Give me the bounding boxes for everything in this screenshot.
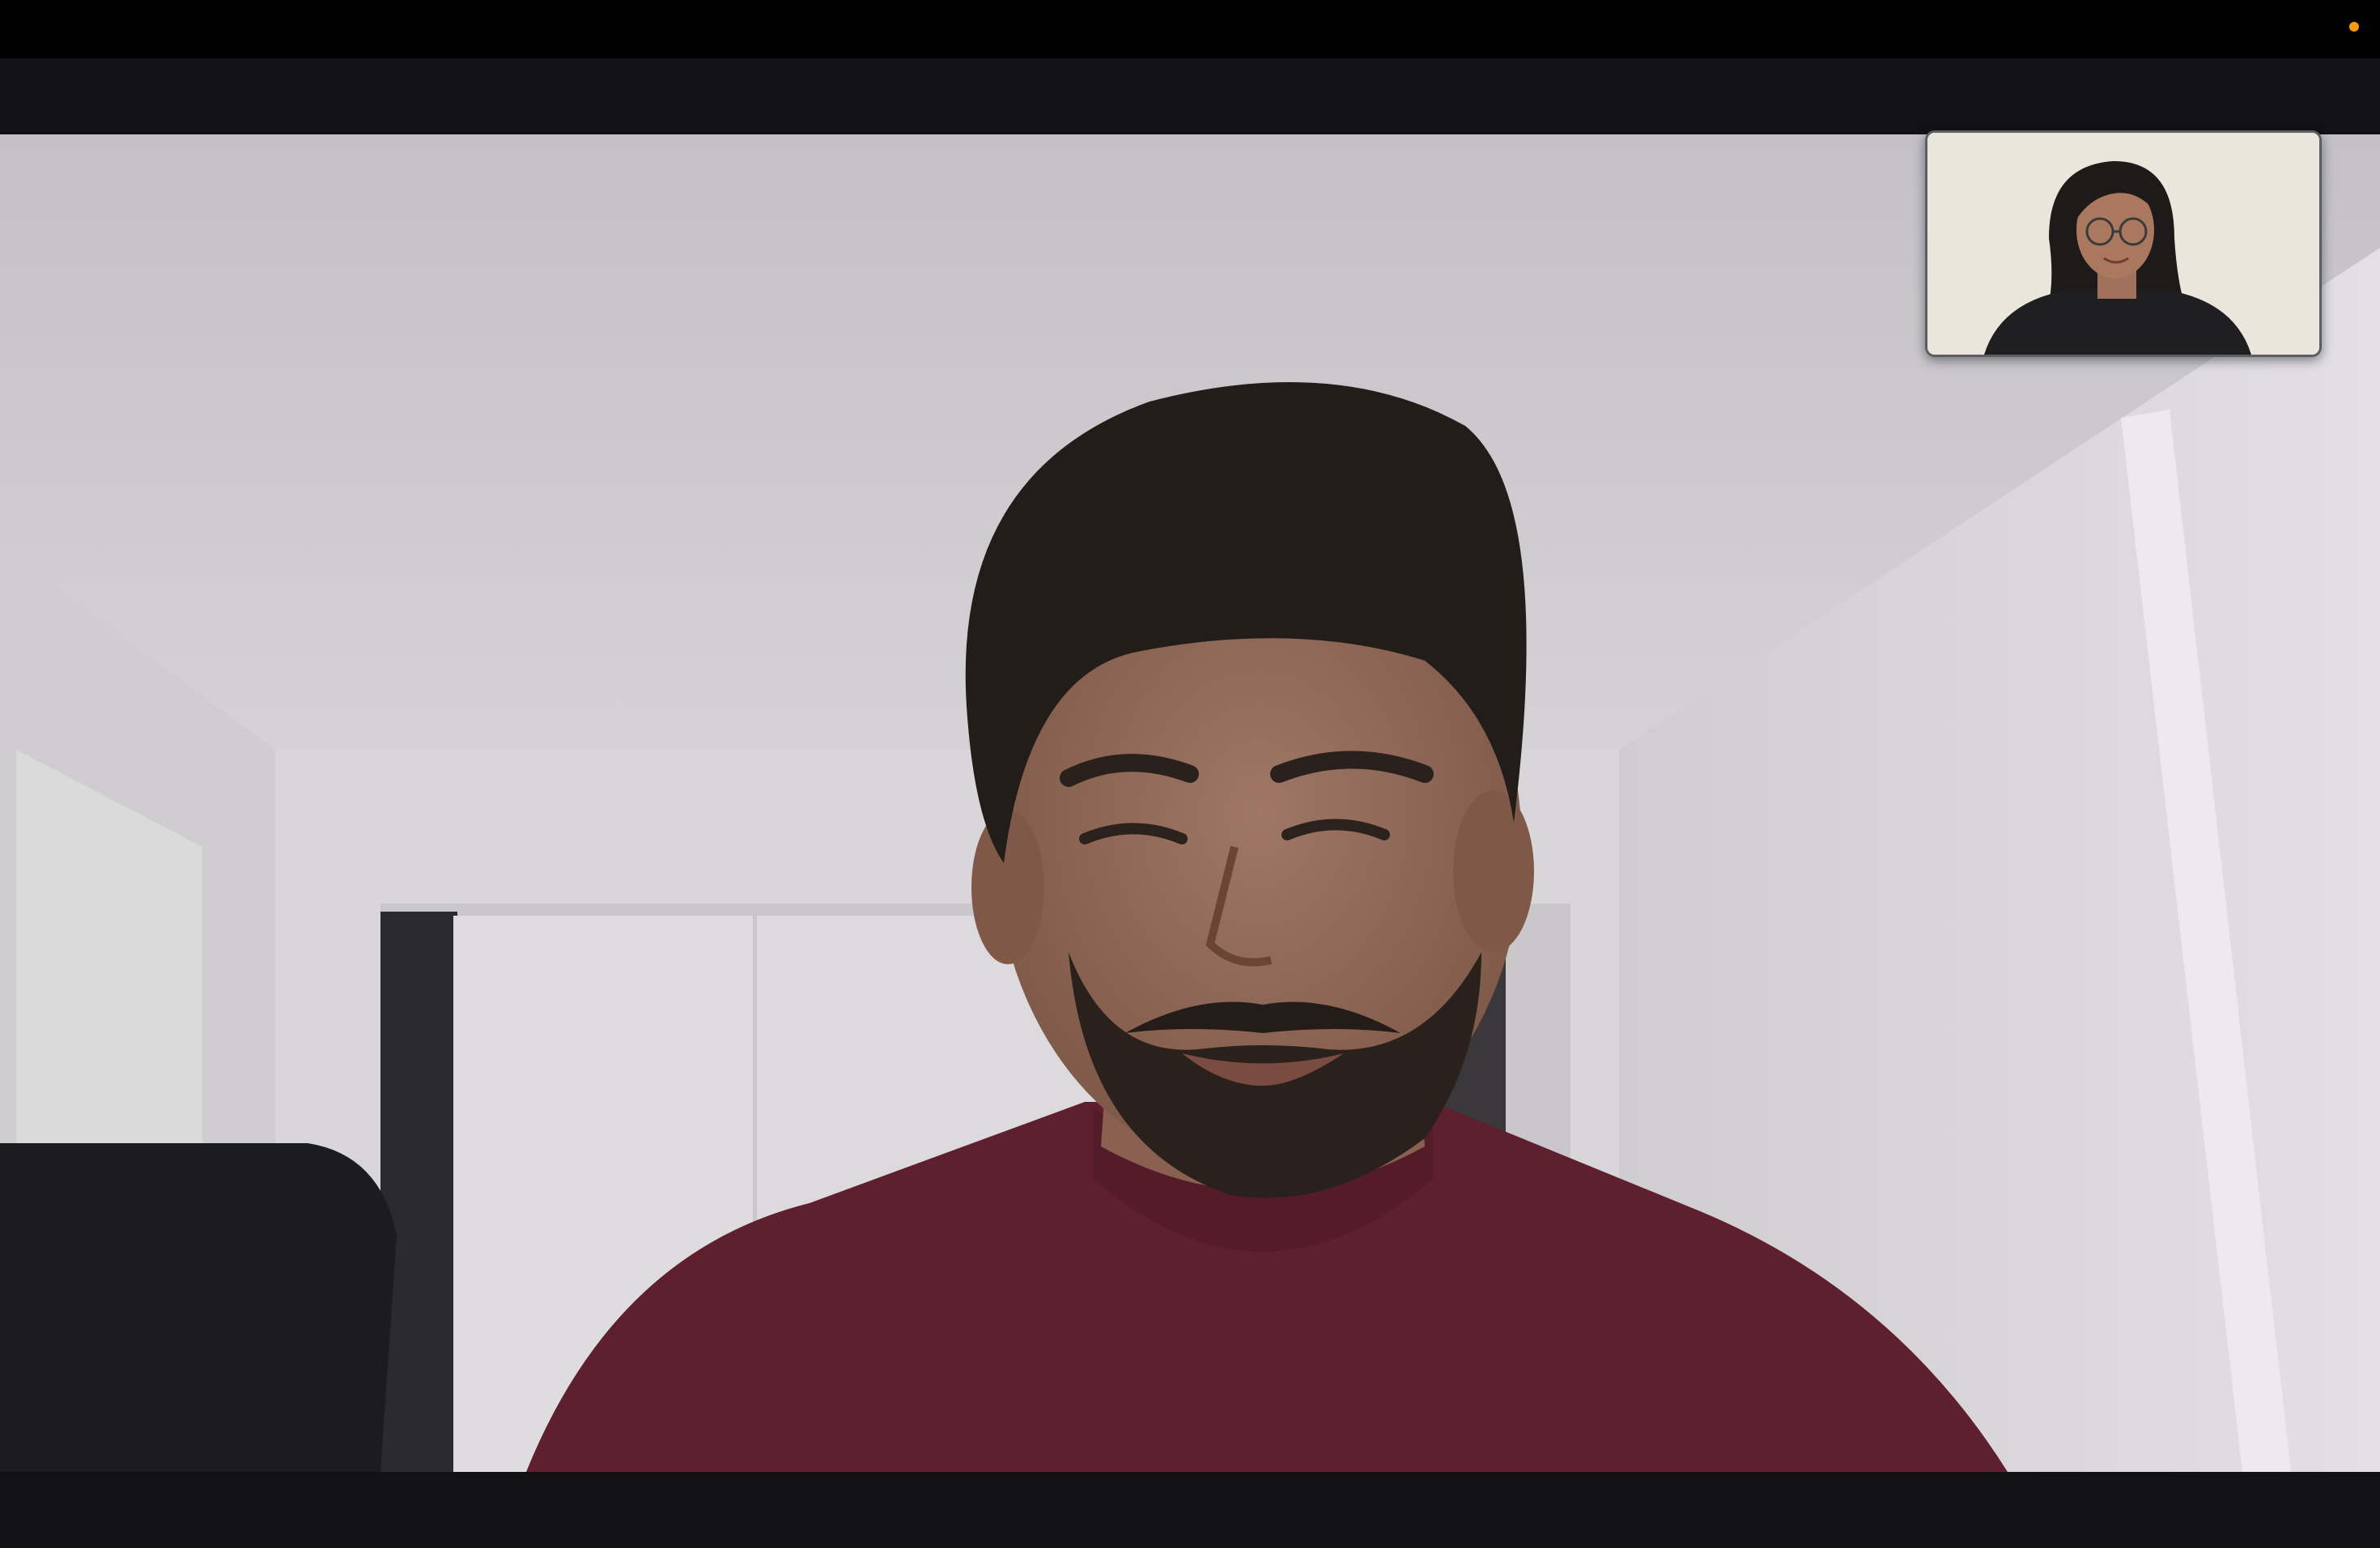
self-view-thumbnail[interactable] [1925, 130, 2322, 357]
system-menubar [0, 0, 2380, 58]
self-participant-video [1927, 133, 2319, 355]
call-controls-bar [0, 1472, 2380, 1548]
call-window-toolbar [0, 58, 2380, 134]
mic-in-use-indicator-icon [2349, 22, 2359, 32]
